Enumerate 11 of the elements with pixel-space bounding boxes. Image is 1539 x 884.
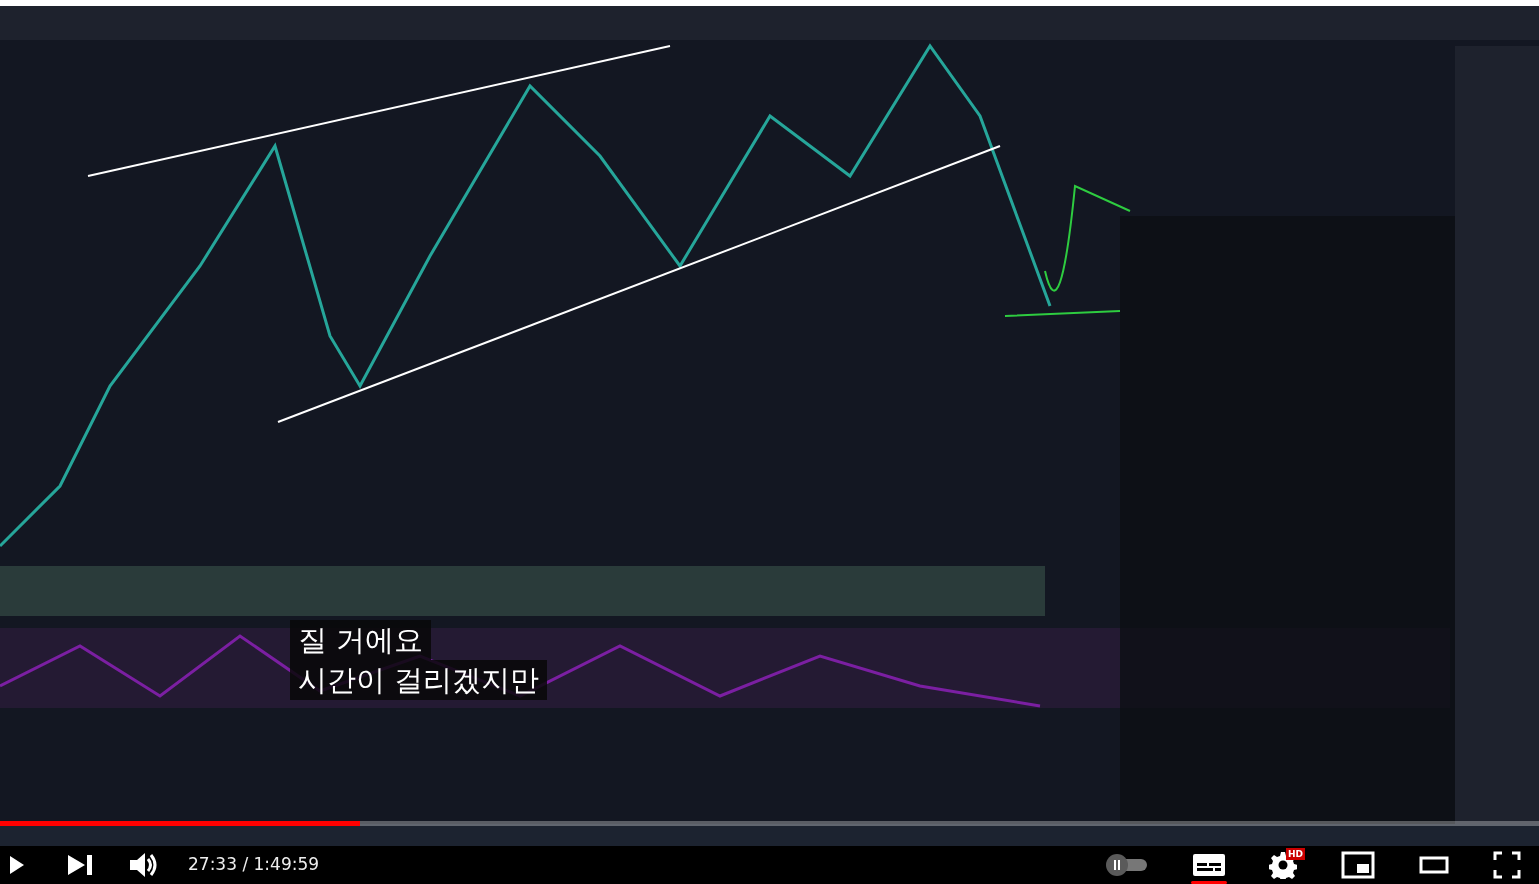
time-display: 27:33 / 1:49:59 (188, 853, 320, 877)
quality-badge: HD (1286, 848, 1305, 860)
play-icon (10, 854, 24, 876)
next-icon (68, 854, 92, 876)
fullscreen-icon (1493, 851, 1521, 879)
autoplay-icon (1103, 853, 1149, 877)
theater-mode-icon (1419, 856, 1449, 874)
volume-icon (130, 852, 158, 878)
miniplayer-icon (1341, 851, 1375, 879)
settings-button[interactable]: HD (1259, 846, 1307, 884)
subtitles-icon (1193, 853, 1225, 877)
